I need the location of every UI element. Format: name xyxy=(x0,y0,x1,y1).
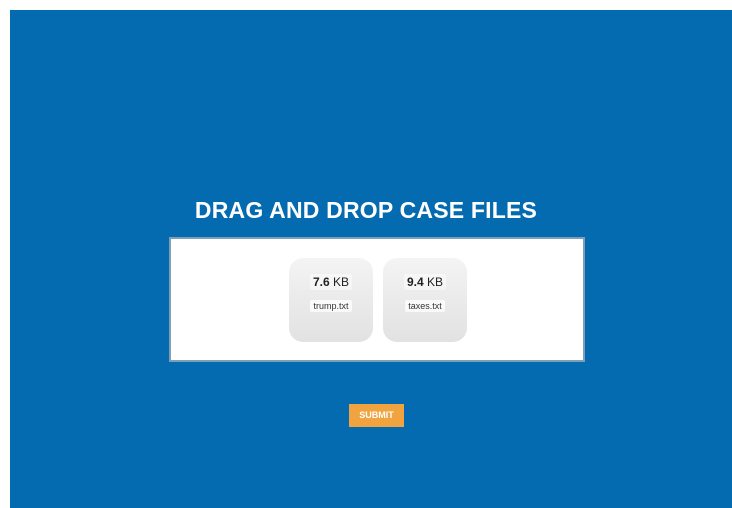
file-name-label: trump.txt xyxy=(310,300,352,312)
file-size-unit: KB xyxy=(333,275,350,289)
file-preview[interactable]: 9.4 KB taxes.txt xyxy=(383,258,467,342)
file-preview[interactable]: 7.6 KB trump.txt xyxy=(289,258,373,342)
file-size-unit: KB xyxy=(427,275,444,289)
file-name: taxes.txt xyxy=(383,300,467,312)
submit-button[interactable]: SUBMIT xyxy=(349,404,404,427)
file-size-value: 7.6 xyxy=(312,275,330,289)
file-size-value: 9.4 xyxy=(406,275,424,289)
page-title: DRAG AND DROP CASE FILES xyxy=(194,197,538,223)
file-dropzone[interactable]: 7.6 KB trump.txt 9.4 KB taxes.txt xyxy=(169,237,585,362)
file-size: 7.6 KB xyxy=(289,274,373,290)
file-name: trump.txt xyxy=(289,300,373,312)
upload-panel: DRAG AND DROP CASE FILES 7.6 KB trump.tx… xyxy=(10,10,732,508)
file-name-label: taxes.txt xyxy=(405,300,445,312)
file-size: 9.4 KB xyxy=(383,274,467,290)
